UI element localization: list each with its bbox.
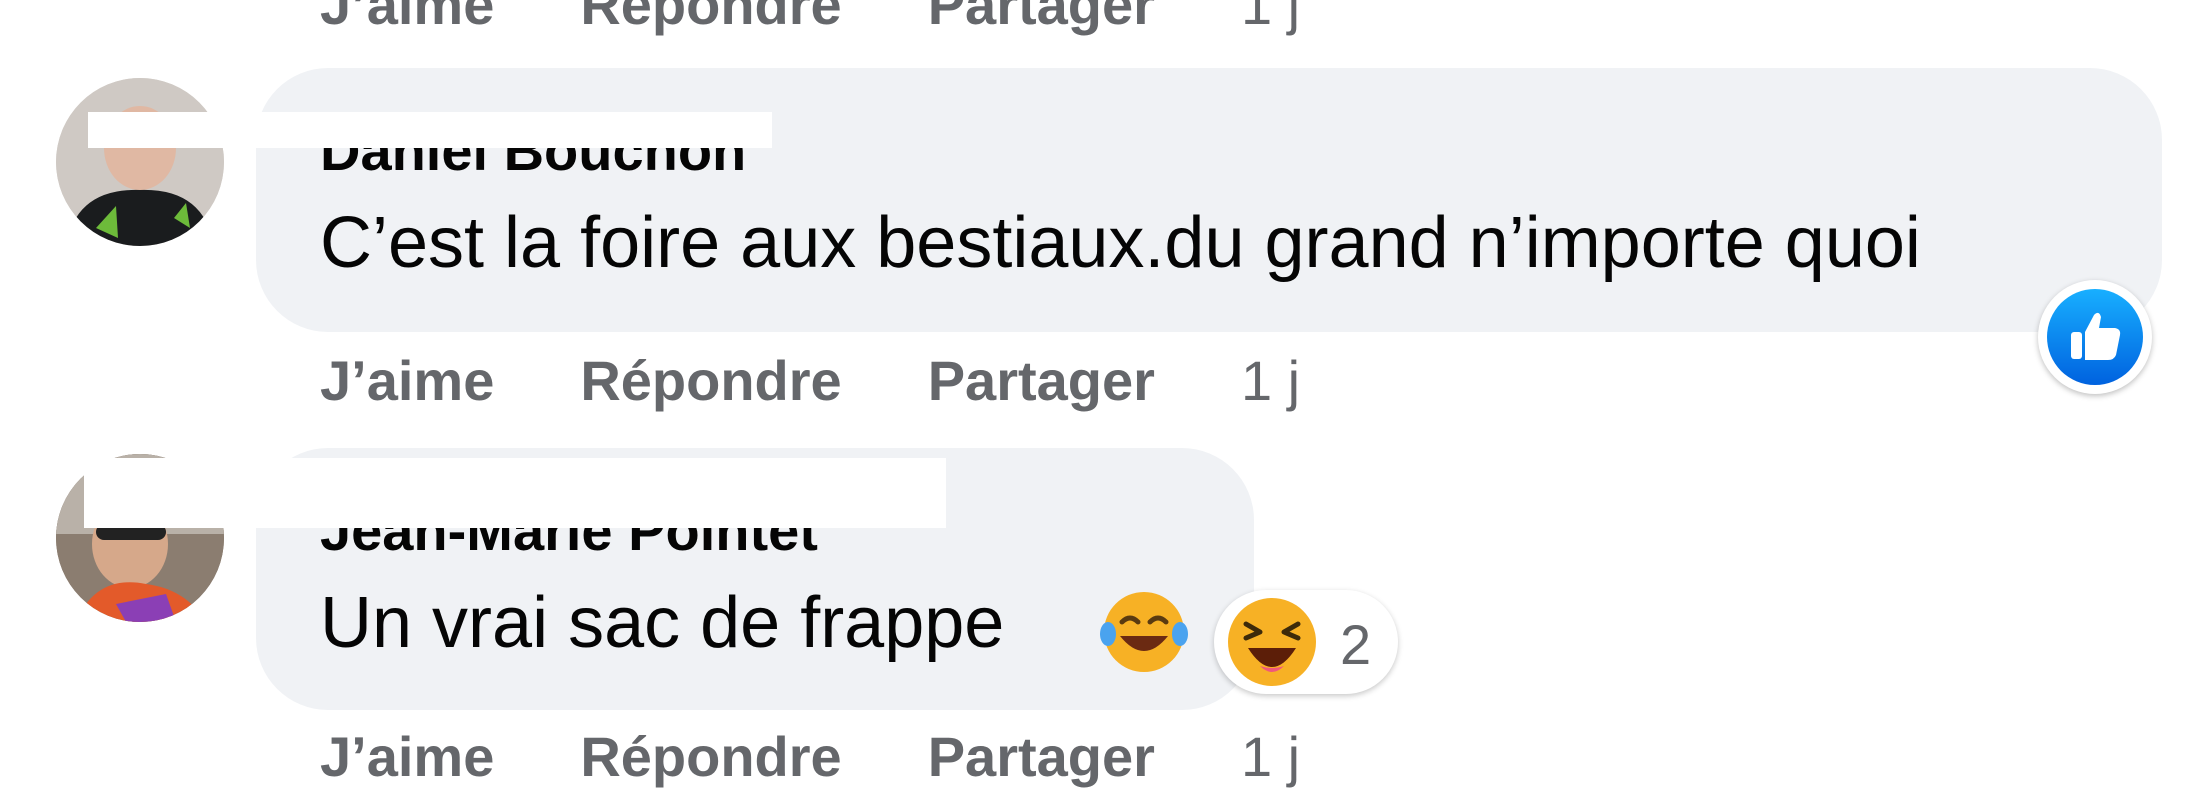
- laughing-face-icon: [1228, 598, 1316, 686]
- comment-actions: J’aime Répondre Partager 1 j: [320, 724, 1300, 789]
- avatar[interactable]: [56, 78, 224, 246]
- comment-time[interactable]: 1 j: [1241, 0, 1300, 37]
- like-button[interactable]: J’aime: [320, 348, 494, 413]
- comment-actions: J’aime Répondre Partager 1 j: [320, 348, 1300, 413]
- thumbs-up-icon: [2047, 289, 2143, 385]
- tears-of-joy-icon: [1100, 592, 1188, 672]
- comment-text: Un vrai sac de frappe: [320, 583, 1005, 663]
- reply-button[interactable]: Répondre: [580, 724, 841, 789]
- share-button[interactable]: Partager: [928, 348, 1155, 413]
- tears-of-joy-emoji: [1098, 586, 1190, 678]
- redaction-bar: [84, 458, 946, 528]
- avatar-photo: [56, 78, 224, 246]
- like-reaction-badge[interactable]: [2038, 280, 2152, 394]
- redaction-bar: [88, 112, 772, 148]
- haha-reaction-badge[interactable]: 2: [1214, 590, 1398, 694]
- comment-time[interactable]: 1 j: [1241, 348, 1300, 413]
- reply-button[interactable]: Répondre: [580, 0, 841, 37]
- reply-button[interactable]: Répondre: [580, 348, 841, 413]
- share-button[interactable]: Partager: [928, 0, 1155, 37]
- like-button[interactable]: J’aime: [320, 724, 494, 789]
- like-button[interactable]: J’aime: [320, 0, 494, 37]
- comment-text: C’est la foire aux bestiaux.du grand n’i…: [320, 203, 1921, 283]
- share-button[interactable]: Partager: [928, 724, 1155, 789]
- reaction-count: 2: [1340, 613, 1372, 676]
- comment-time[interactable]: 1 j: [1241, 724, 1300, 789]
- comment-actions-previous: J’aime Répondre Partager 1 j: [320, 0, 1300, 37]
- comment-bubble: [256, 68, 2162, 332]
